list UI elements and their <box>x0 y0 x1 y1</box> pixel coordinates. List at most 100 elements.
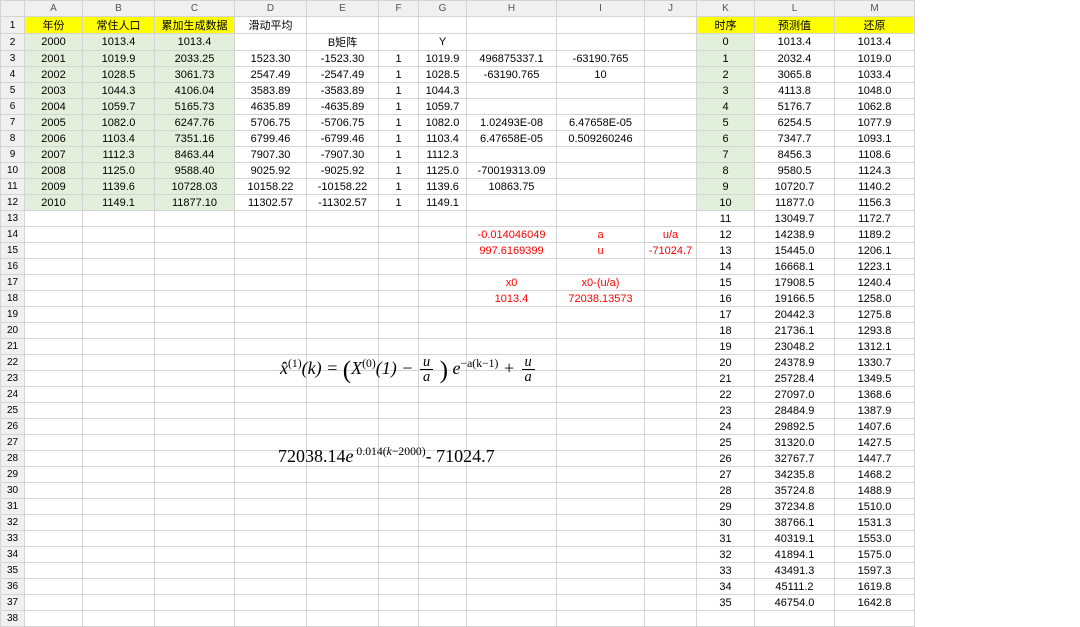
cell-D21[interactable] <box>235 339 307 355</box>
cell-H4[interactable]: -63190.765 <box>467 67 557 83</box>
cell-J33[interactable] <box>645 531 697 547</box>
row-hdr-12[interactable]: 12 <box>1 195 25 211</box>
cell-D18[interactable] <box>235 291 307 307</box>
cell-B32[interactable] <box>83 515 155 531</box>
cell-H33[interactable] <box>467 531 557 547</box>
cell-I18[interactable]: 72038.13573 <box>557 291 645 307</box>
cell-A23[interactable] <box>25 371 83 387</box>
cell-J13[interactable] <box>645 211 697 227</box>
cell-F11[interactable]: 1 <box>379 179 419 195</box>
cell-J16[interactable] <box>645 259 697 275</box>
cell-M17[interactable]: 1240.4 <box>835 275 915 291</box>
cell-A2[interactable]: 2000 <box>25 34 83 51</box>
cell-D31[interactable] <box>235 499 307 515</box>
cell-G6[interactable]: 1059.7 <box>419 99 467 115</box>
cell-H32[interactable] <box>467 515 557 531</box>
cell-B20[interactable] <box>83 323 155 339</box>
cell-M18[interactable]: 1258.0 <box>835 291 915 307</box>
cell-E36[interactable] <box>307 579 379 595</box>
cell-H24[interactable] <box>467 387 557 403</box>
cell-I2[interactable] <box>557 34 645 51</box>
cell-H21[interactable] <box>467 339 557 355</box>
cell-A14[interactable] <box>25 227 83 243</box>
cell-C6[interactable]: 5165.73 <box>155 99 235 115</box>
cell-D25[interactable] <box>235 403 307 419</box>
cell-K15[interactable]: 13 <box>697 243 755 259</box>
col-hdr-G[interactable]: G <box>419 1 467 17</box>
cell-C25[interactable] <box>155 403 235 419</box>
cell-D2[interactable] <box>235 34 307 51</box>
cell-H16[interactable] <box>467 259 557 275</box>
cell-J9[interactable] <box>645 147 697 163</box>
row-hdr-35[interactable]: 35 <box>1 563 25 579</box>
cell-A6[interactable]: 2004 <box>25 99 83 115</box>
cell-H8[interactable]: 6.47658E-05 <box>467 131 557 147</box>
cell-C2[interactable]: 1013.4 <box>155 34 235 51</box>
cell-E12[interactable]: -11302.57 <box>307 195 379 211</box>
cell-B22[interactable] <box>83 355 155 371</box>
cell-E10[interactable]: -9025.92 <box>307 163 379 179</box>
cell-L22[interactable]: 24378.9 <box>755 355 835 371</box>
cell-K29[interactable]: 27 <box>697 467 755 483</box>
cell-C8[interactable]: 7351.16 <box>155 131 235 147</box>
cell-C3[interactable]: 2033.25 <box>155 51 235 67</box>
cell-F26[interactable] <box>379 419 419 435</box>
cell-A17[interactable] <box>25 275 83 291</box>
col-hdr-C[interactable]: C <box>155 1 235 17</box>
cell-E1[interactable] <box>307 17 379 34</box>
cell-D9[interactable]: 7907.30 <box>235 147 307 163</box>
cell-I1[interactable] <box>557 17 645 34</box>
cell-L14[interactable]: 14238.9 <box>755 227 835 243</box>
row-hdr-14[interactable]: 14 <box>1 227 25 243</box>
cell-K24[interactable]: 22 <box>697 387 755 403</box>
cell-J34[interactable] <box>645 547 697 563</box>
row-hdr-19[interactable]: 19 <box>1 307 25 323</box>
cell-H13[interactable] <box>467 211 557 227</box>
cell-D6[interactable]: 4635.89 <box>235 99 307 115</box>
cell-D32[interactable] <box>235 515 307 531</box>
cell-K26[interactable]: 24 <box>697 419 755 435</box>
cell-A12[interactable]: 2010 <box>25 195 83 211</box>
cell-F29[interactable] <box>379 467 419 483</box>
cell-G35[interactable] <box>419 563 467 579</box>
cell-B17[interactable] <box>83 275 155 291</box>
cell-D38[interactable] <box>235 611 307 627</box>
cell-M15[interactable]: 1206.1 <box>835 243 915 259</box>
cell-A22[interactable] <box>25 355 83 371</box>
cell-I28[interactable] <box>557 451 645 467</box>
cell-J21[interactable] <box>645 339 697 355</box>
cell-L3[interactable]: 2032.4 <box>755 51 835 67</box>
cell-I35[interactable] <box>557 563 645 579</box>
cell-G18[interactable] <box>419 291 467 307</box>
cell-B11[interactable]: 1139.6 <box>83 179 155 195</box>
cell-B15[interactable] <box>83 243 155 259</box>
cell-A38[interactable] <box>25 611 83 627</box>
cell-M32[interactable]: 1531.3 <box>835 515 915 531</box>
cell-E20[interactable] <box>307 323 379 339</box>
row-hdr-26[interactable]: 26 <box>1 419 25 435</box>
cell-B18[interactable] <box>83 291 155 307</box>
cell-L1[interactable]: 预测值 <box>755 17 835 34</box>
cell-M30[interactable]: 1488.9 <box>835 483 915 499</box>
cell-I10[interactable] <box>557 163 645 179</box>
cell-H18[interactable]: 1013.4 <box>467 291 557 307</box>
cell-G20[interactable] <box>419 323 467 339</box>
cell-C20[interactable] <box>155 323 235 339</box>
cell-C28[interactable] <box>155 451 235 467</box>
cell-M26[interactable]: 1407.6 <box>835 419 915 435</box>
cell-C24[interactable] <box>155 387 235 403</box>
cell-G31[interactable] <box>419 499 467 515</box>
cell-F18[interactable] <box>379 291 419 307</box>
cell-M7[interactable]: 1077.9 <box>835 115 915 131</box>
cell-F12[interactable]: 1 <box>379 195 419 211</box>
cell-I33[interactable] <box>557 531 645 547</box>
col-hdr-I[interactable]: I <box>557 1 645 17</box>
cell-E13[interactable] <box>307 211 379 227</box>
row-hdr-5[interactable]: 5 <box>1 83 25 99</box>
cell-M19[interactable]: 1275.8 <box>835 307 915 323</box>
cell-F33[interactable] <box>379 531 419 547</box>
cell-A15[interactable] <box>25 243 83 259</box>
row-hdr-8[interactable]: 8 <box>1 131 25 147</box>
cell-K27[interactable]: 25 <box>697 435 755 451</box>
cell-B29[interactable] <box>83 467 155 483</box>
